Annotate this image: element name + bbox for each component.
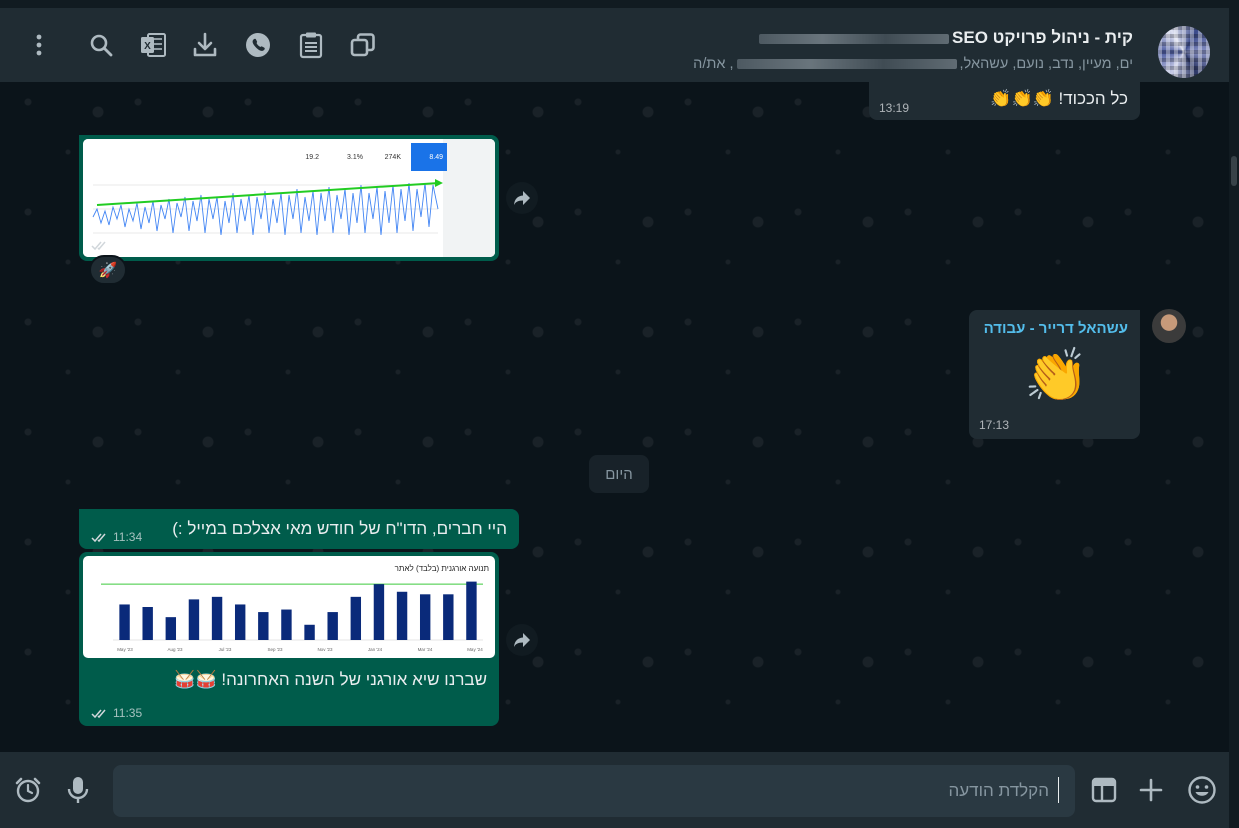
chart-bar [281,609,292,640]
chart-x-tick-label: Mar '24 [418,647,433,652]
forward-button[interactable] [506,182,538,214]
windows-icon[interactable] [348,30,378,60]
message-placeholder: הקלדת הודעה [948,781,1049,800]
svg-text:X: X [144,41,151,52]
stat-value: 3.1% [347,154,363,161]
chat-header: X קית - ניהול פרויקט SEO ים, מעיין, נדב,… [0,8,1229,82]
message-input[interactable]: הקלדת הודעה [113,765,1075,817]
analytics-screenshot[interactable]: 274K 3.1% 19.2 8.49 [83,139,495,257]
chart-x-tick-label: Aug '23 [167,647,183,652]
sender-avatar[interactable] [1152,309,1186,343]
message-text: כל הככוד! 👏👏👏 [990,89,1128,108]
bar-chart: May '23 Aug '23 Jul '23 Sep '23 Nov '23 Jan '… [101,581,483,652]
chart-bar [165,617,177,640]
message-text: היי חברים, הדו"ח של חודש מאי אצלכם במייל… [172,519,507,538]
scrollbar-thumb[interactable] [1231,156,1237,186]
forward-button[interactable] [506,624,538,656]
text-caret [1057,777,1059,803]
members-text: ים, מעיין, נדב, נועם, עשהאל, [959,56,1133,72]
clipboard-icon[interactable] [296,30,326,60]
alarm-clock-icon[interactable] [12,774,44,806]
organic-traffic-chart[interactable]: תנועה אורגנית (בלבד) לאתר May '23 Aug '23… [83,556,495,658]
excel-icon[interactable]: X [138,30,168,60]
chart-x-tick-label: Sep '23 [267,647,283,652]
message-time: 11:34 [113,530,143,544]
message-outgoing-image[interactable]: 274K 3.1% 19.2 8.49 13:20 [79,135,499,261]
members-text-end: , את/ה [693,56,734,72]
window-right-edge [1229,0,1239,828]
stat-value: 8.49 [429,154,443,161]
menu-icon[interactable] [26,32,52,58]
chart-bar [188,599,200,640]
chart-bar [443,594,454,640]
forward-icon [514,633,530,647]
chart-bar [466,581,477,640]
message-incoming[interactable]: כל הככוד! 👏👏👏 13:19 [869,82,1140,120]
chart-x-tick-label: Nov '23 [317,647,333,652]
chart-x-tick-label: Jan '24 [368,647,383,652]
redacted-text [759,33,950,44]
chart-bar [419,594,431,640]
group-title[interactable]: קית - ניהול פרויקט SEO [756,28,1133,48]
double-check-icon [91,707,109,719]
sender-name[interactable]: עשהאל דרייר - עבודה [984,320,1128,337]
message-text: שברנו שיא אורגני של השנה האחרונה! 🥁🥁 [174,670,487,689]
chart-x-tick-label: Jul '23 [219,647,232,652]
forward-icon [514,191,530,205]
double-check-icon [91,531,109,543]
chart-x-tick-label: May '23 [117,647,133,652]
chart-bar [396,591,408,640]
chart-bar [373,584,385,640]
message-incoming-emoji[interactable]: עשהאל דרייר - עבודה 👏 17:13 [969,310,1140,439]
group-members[interactable]: ים, מעיין, נדב, נועם, עשהאל, , את/ה [693,56,1133,72]
clap-emoji: 👏 [1024,347,1089,405]
download-icon[interactable] [190,30,220,60]
double-check-icon [91,239,109,251]
whatsapp-icon[interactable] [243,30,273,60]
redacted-text [736,59,957,70]
window-top-strip [0,0,1239,8]
chart-bar [350,596,362,640]
message-outgoing[interactable]: היי חברים, הדו"ח של חודש מאי אצלכם במייל… [79,509,519,549]
microphone-icon[interactable] [62,774,94,806]
whatsapp-window: X קית - ניהול פרויקט SEO ים, מעיין, נדב,… [0,0,1239,828]
chart-bar [211,596,223,640]
emoji-icon[interactable] [1185,773,1219,807]
stat-value: 274K [385,154,402,161]
message-time: 17:13 [979,418,1010,432]
plus-icon[interactable] [1135,774,1167,806]
chart-x-tick-label: May '24 [467,647,483,652]
stat-value: 19.2 [305,154,319,161]
chart-bar [304,624,315,640]
reaction-badge[interactable]: 🚀 [89,255,127,285]
chart-bar [327,612,338,640]
chat-area: כל הככוד! 👏👏👏 13:19 274K 3.1% 19.2 8.49 … [8,82,1229,752]
chart-bar [234,604,246,640]
group-title-text: קית - ניהול פרויקט SEO [952,28,1133,47]
chart-bar [142,607,153,640]
chart-bar [258,612,269,640]
date-chip: היום [589,455,649,493]
chart-bar [119,604,130,640]
message-time: 11:35 [113,706,143,720]
message-outgoing-image[interactable]: תנועה אורגנית (בלבד) לאתר May '23 Aug '23… [79,552,499,726]
sticker-layout-icon[interactable] [1088,774,1120,806]
search-icon[interactable] [88,32,114,58]
analytics-line-chart: 274K 3.1% 19.2 8.49 [83,139,495,257]
message-time: 13:20 [113,238,144,252]
group-avatar[interactable] [1158,26,1210,78]
message-time: 13:19 [879,101,910,115]
